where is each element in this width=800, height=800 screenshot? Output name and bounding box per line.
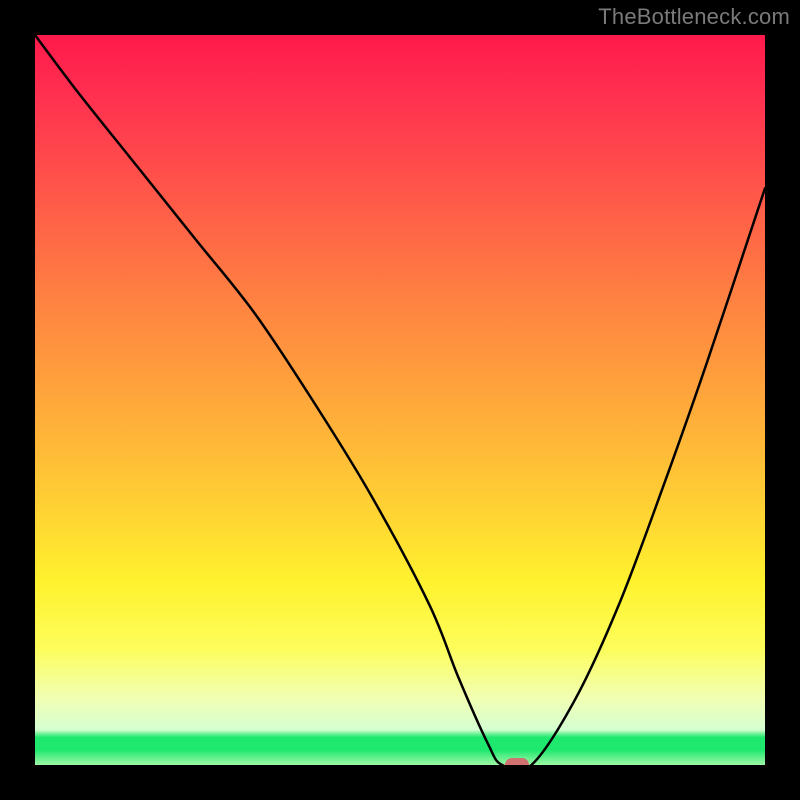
chart-frame: TheBottleneck.com [0,0,800,800]
plot-area [35,35,765,765]
bottleneck-curve [35,35,765,765]
watermark-text: TheBottleneck.com [598,4,790,30]
